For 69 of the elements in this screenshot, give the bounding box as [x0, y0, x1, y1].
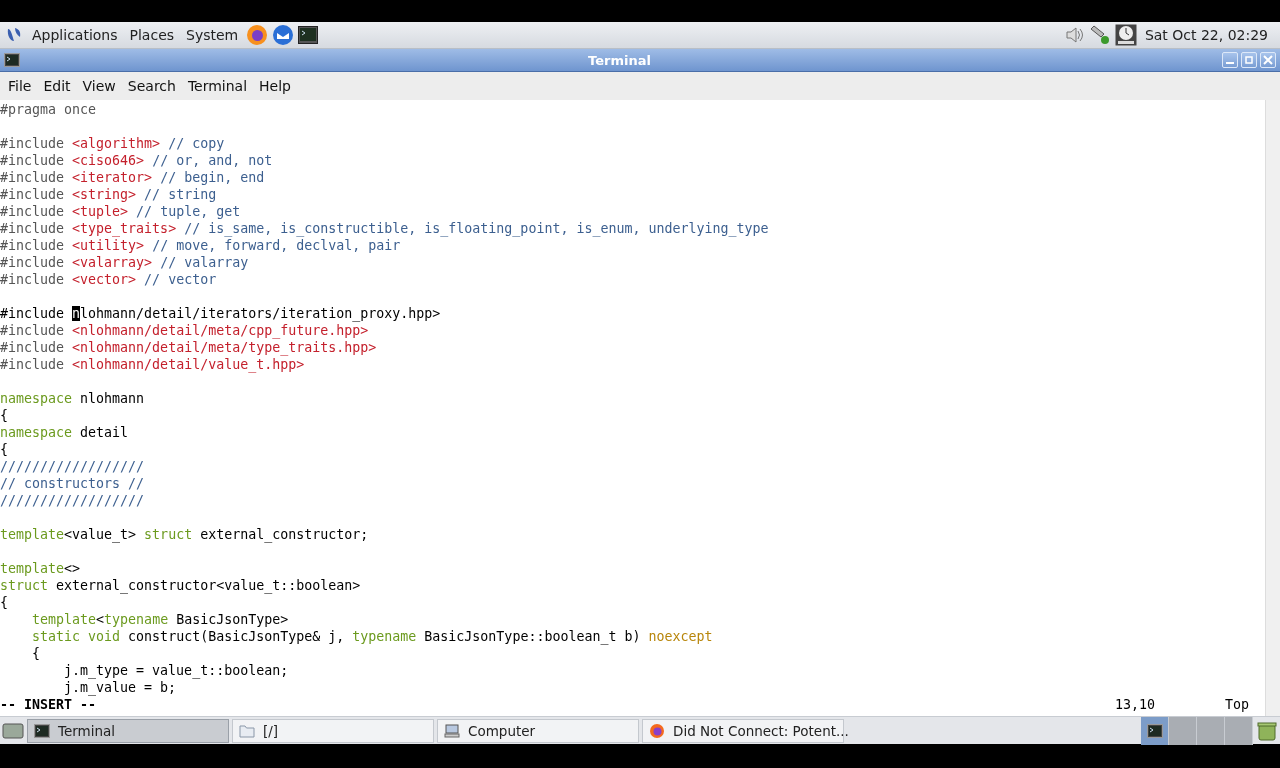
- show-desktop-icon[interactable]: [2, 721, 24, 740]
- code-line: #include <nlohmann/detail/meta/type_traits.hpp>: [0, 339, 378, 356]
- cursor-position: 13,10: [1115, 696, 1157, 713]
- computer-icon: [444, 722, 460, 739]
- menu-item[interactable]: File: [2, 75, 38, 97]
- code-line: struct external_constructor<value_t::boolean>: [0, 577, 362, 594]
- maximize-icon: [1244, 55, 1254, 65]
- window-thumbnail-icon: [1146, 722, 1163, 739]
- code-line: {: [31, 645, 42, 662]
- close-icon: [1263, 55, 1273, 65]
- code-line: j.m_value = b;: [63, 679, 178, 696]
- scrollbar[interactable]: [1265, 100, 1280, 716]
- code-line: #pragma once: [0, 101, 98, 118]
- code-line: #include <type_traits> // is_same, is_constructible, is_floating_point, is_enum, underlying_type: [0, 220, 770, 237]
- code-line: static void construct(BasicJsonType& j, typename BasicJsonType::boolean_t b) noexcept: [31, 628, 714, 645]
- panel-menu[interactable]: System: [182, 25, 243, 45]
- menu-item[interactable]: View: [76, 75, 122, 97]
- code-line: //////////////////: [0, 458, 146, 475]
- code-line: // constructors //: [0, 475, 146, 492]
- trash-icon[interactable]: [1256, 719, 1278, 742]
- code-line: #include <iterator> // begin, end: [0, 169, 266, 186]
- code-line: #include <nlohmann/detail/meta/cpp_future.hpp>: [0, 322, 370, 339]
- code-line: {: [0, 594, 9, 611]
- terminal-icon[interactable]: [298, 26, 319, 44]
- minimize-button[interactable]: [1222, 52, 1238, 68]
- minimize-icon: [1226, 62, 1234, 64]
- task-button[interactable]: Terminal: [27, 718, 229, 743]
- code-line: namespace nlohmann: [0, 390, 146, 407]
- code-line: template<value_t> struct external_constructor;: [0, 526, 370, 543]
- panel-menu[interactable]: Applications: [28, 25, 122, 45]
- browser-icon[interactable]: [246, 24, 269, 46]
- network-icon[interactable]: [1088, 25, 1111, 45]
- maximize-button[interactable]: [1241, 52, 1257, 68]
- code-line: #include <vector> // vector: [0, 271, 218, 288]
- menu-item[interactable]: Edit: [37, 75, 77, 97]
- task-button[interactable]: [/]: [232, 718, 434, 743]
- window-title: Terminal: [587, 52, 652, 68]
- folder-icon: [239, 723, 255, 738]
- close-button[interactable]: [1260, 52, 1276, 68]
- code-line: namespace detail: [0, 424, 130, 441]
- code-line: template<typename BasicJsonType>: [31, 611, 290, 628]
- mail-client-icon[interactable]: [272, 24, 295, 46]
- window-icon: [4, 52, 20, 68]
- code-line: {: [0, 407, 9, 424]
- speaker-icon[interactable]: [1064, 26, 1085, 44]
- panel-menu[interactable]: Places: [125, 25, 179, 45]
- code-line: #include nlohmann/detail/iterators/iteration_proxy.hpp>: [0, 305, 442, 322]
- code-line: {: [0, 441, 9, 458]
- task-button[interactable]: Computer: [437, 718, 639, 743]
- code-line: #include <valarray> // valarray: [0, 254, 250, 271]
- menu-item[interactable]: Help: [253, 75, 297, 97]
- code-line: #include <nlohmann/detail/value_t.hpp>: [0, 356, 306, 373]
- code-line: #include <tuple> // tuple, get: [0, 203, 242, 220]
- clock-text[interactable]: Sat Oct 22, 02:29: [1140, 27, 1276, 43]
- code-line: template<>: [0, 560, 82, 577]
- code-line: #include <utility> // move, forward, declval, pair: [0, 237, 402, 254]
- code-line: #include <string> // string: [0, 186, 218, 203]
- code-line: #include <algorithm> // copy: [0, 135, 226, 152]
- mode-indicator: -- INSERT --: [0, 696, 97, 713]
- menu-item[interactable]: Terminal: [181, 75, 254, 97]
- clock-icon[interactable]: [1114, 24, 1137, 46]
- terminal-icon: [34, 722, 50, 739]
- browser-icon: [649, 722, 665, 739]
- code-line: //////////////////: [0, 492, 146, 509]
- scroll-position: Top: [1225, 696, 1251, 713]
- menu-item[interactable]: Search: [121, 75, 182, 97]
- workspace-button[interactable]: [1141, 716, 1169, 745]
- code-line: j.m_type = value_t::boolean;: [63, 662, 290, 679]
- code-line: #include <ciso646> // or, and, not: [0, 152, 274, 169]
